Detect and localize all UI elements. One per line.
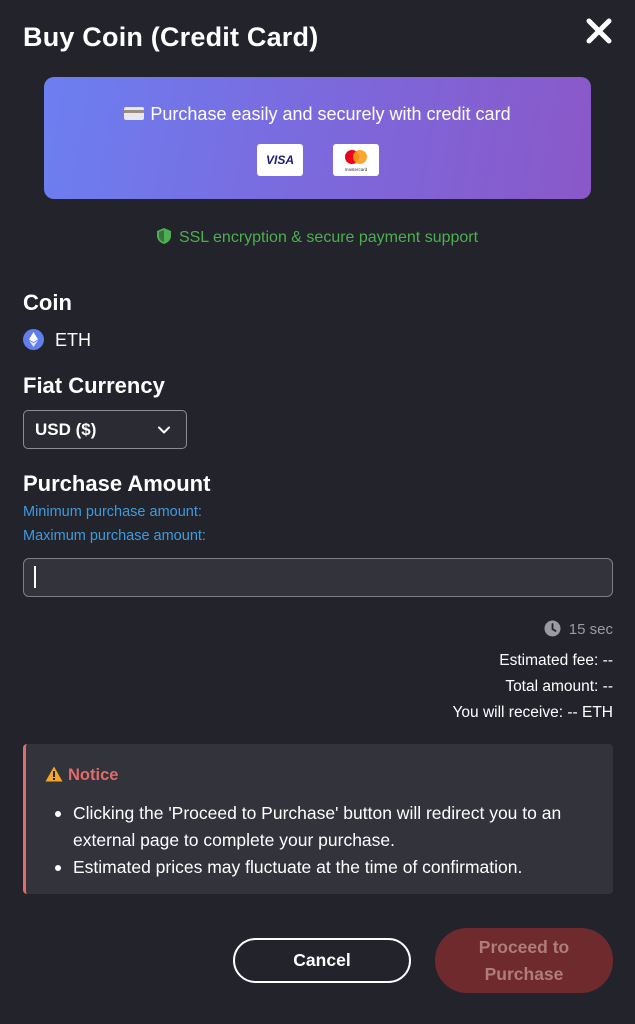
mastercard-logo: mastercard: [333, 144, 379, 176]
notice-title: Notice: [68, 766, 119, 784]
notice-box: Notice Clicking the 'Proceed to Purchase…: [23, 744, 613, 894]
quote-timer: 15 sec: [544, 620, 613, 638]
credit-card-banner: Purchase easily and securely with credit…: [44, 77, 591, 199]
text-caret: [34, 566, 36, 588]
mastercard-label: mastercard: [345, 167, 368, 172]
total-amount: Total amount: --: [505, 678, 613, 695]
visa-label: VISA: [265, 153, 294, 167]
ssl-text: SSL encryption & secure payment support: [178, 229, 479, 246]
warning-icon: [45, 766, 63, 782]
notice-item: Estimated prices may fluctuate at the ti…: [53, 854, 593, 881]
purchase-amount-input[interactable]: [23, 558, 613, 597]
fiat-currency-select[interactable]: USD ($): [23, 410, 187, 449]
notice-list: Clicking the 'Proceed to Purchase' butto…: [53, 800, 593, 881]
credit-card-icon: [124, 107, 145, 120]
fiat-currency-value: USD ($): [35, 420, 97, 439]
ssl-notice: SSL encryption & secure payment support: [0, 228, 635, 247]
coin-value: ETH: [55, 330, 91, 350]
proceed-to-purchase-button[interactable]: Proceed to Purchase: [435, 928, 613, 993]
eth-icon: [23, 329, 44, 350]
purchase-amount-label: Purchase Amount: [23, 471, 211, 496]
dialog-title: Buy Coin (Credit Card): [23, 22, 319, 52]
notice-item: Clicking the 'Proceed to Purchase' butto…: [53, 800, 593, 854]
visa-logo: VISA: [257, 144, 303, 176]
maximum-amount-hint: Maximum purchase amount:: [23, 528, 206, 544]
minimum-amount-hint: Minimum purchase amount:: [23, 504, 202, 520]
fiat-currency-label: Fiat Currency: [23, 373, 165, 398]
close-icon[interactable]: [584, 16, 614, 46]
notice-heading: Notice: [45, 766, 118, 785]
clock-icon: [544, 620, 561, 637]
estimated-fee: Estimated fee: --: [499, 652, 613, 669]
chevron-down-icon: [158, 426, 170, 434]
coin-label: Coin: [23, 290, 72, 315]
you-will-receive: You will receive: -- ETH: [452, 704, 613, 721]
banner-text: Purchase easily and securely with credit…: [150, 104, 511, 124]
timer-text: 15 sec: [568, 621, 613, 638]
shield-icon: [156, 228, 171, 244]
cancel-button[interactable]: Cancel: [233, 938, 411, 983]
